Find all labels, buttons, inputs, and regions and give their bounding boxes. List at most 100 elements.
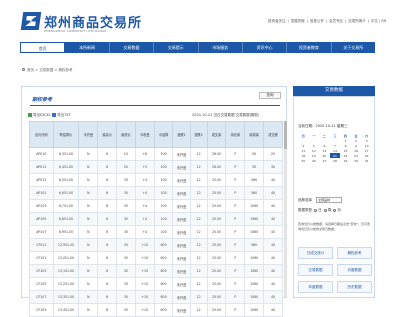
table-cell: +4	[134, 225, 155, 239]
table-cell: CF011	[29, 238, 54, 252]
table-cell: 12	[189, 186, 208, 200]
nav-item[interactable]: 本所新闻	[65, 42, 110, 53]
table-cell: 6	[97, 303, 118, 317]
top-link[interactable]: 会员专区	[329, 19, 343, 24]
table-cell: CF105	[29, 277, 54, 291]
kind-select[interactable]: 全部品种	[316, 197, 343, 203]
table-cell: 25.00	[206, 277, 227, 291]
top-link[interactable]: 中文 | EN	[371, 19, 386, 24]
table-row[interactable]: AP101 6,651.00 N 6 30 +4 100 未开盘 12 25.00 P 560 40	[29, 186, 283, 200]
calendar-day[interactable]: 28	[329, 158, 341, 163]
logo-icon[interactable]	[20, 12, 42, 30]
top-link[interactable]: 交易所简介	[348, 19, 366, 24]
table-cell: 12	[189, 303, 208, 317]
table-cell: P	[225, 290, 246, 304]
calendar-day[interactable]: 26	[308, 158, 320, 163]
table-cell: P	[225, 160, 246, 174]
query-button[interactable]: 查询	[259, 92, 281, 99]
export-txt-link[interactable]: 导出TXT	[57, 113, 71, 117]
calendar: 日一二三四五六 1 2 3 4 5 6 7 8 9 10 11 12 13 14 15 16 17 18 19 20 21…	[298, 133, 372, 163]
options-table: 合约代码 昨结算价 今开盘 最高价 最低价 今收盘 今结算 涨跌1 涨跌2 成交量 持仓量 增减量 成交…	[29, 121, 283, 317]
table-cell: +4	[134, 212, 155, 226]
column-header: 成交量	[206, 121, 227, 148]
breadcrumb-item[interactable]: 首页	[27, 68, 34, 72]
table-cell: 40	[263, 290, 283, 304]
table-cell: 6,951.00	[52, 225, 80, 239]
side-button[interactable]: 日成交统计	[298, 247, 333, 259]
table-row[interactable]: CF103 13,151.00 N 6 30 +10 600 未开盘 12 25.00 P 1060 4…	[29, 264, 283, 278]
top-link[interactable]: 发展历程	[291, 19, 305, 24]
table-row[interactable]: CF101 13,051.00 N 6 30 +10 600 未开盘 12 25.00 P 1060 4…	[29, 251, 283, 265]
table-cell: CF101	[29, 251, 54, 265]
kind-row: 品种选择 全部品种	[298, 197, 343, 203]
table-cell: 13,451.00	[52, 303, 80, 317]
table-cell: 25.00	[206, 264, 227, 278]
nav-item[interactable]: 关于交易所	[332, 42, 375, 53]
table-row[interactable]: AP103 6,751.00 N 6 30 +4 100 未开盘 12 25.00 P 1060 40	[29, 199, 283, 213]
table-cell: 6,451.00	[52, 160, 80, 174]
radio-month[interactable]	[333, 208, 337, 212]
radio-day[interactable]	[314, 208, 318, 212]
export-excel-link[interactable]: 导出EXCEL	[33, 113, 51, 117]
table-cell: 未开盘	[172, 238, 191, 252]
table-row[interactable]: AP012 6,551.00 N 6 30 +4 100 未开盘 12 25.00 P 560 40	[29, 173, 283, 187]
table-row[interactable]: AP105 6,851.00 N 6 30 +4 100 未开盘 12 25.00 P 1560 40	[29, 212, 283, 226]
nav-item-home[interactable]: 首页	[20, 42, 66, 53]
scrollbar-thumb[interactable]	[284, 121, 287, 149]
table-cell: AP105	[29, 212, 54, 226]
table-cell: 6	[97, 238, 118, 252]
top-link[interactable]: 投资者关注	[268, 19, 286, 24]
calendar-day[interactable]: 27	[319, 158, 330, 163]
table-cell: 100	[153, 199, 174, 213]
calendar-day[interactable]: 29	[340, 158, 351, 163]
header: 郑州商品交易所 ZHENGZHOU COMMODITY EXCHANGE 投资者…	[0, 0, 395, 40]
table-cell: 560	[244, 238, 265, 252]
table-cell: 6	[97, 173, 118, 187]
table-cell: 30	[116, 264, 136, 278]
side-button[interactable]: 交易数据	[298, 264, 333, 276]
table-cell: AP101	[29, 186, 54, 200]
breadcrumb-separator: >	[35, 68, 39, 72]
nav-item[interactable]: 交易数据	[110, 42, 155, 53]
excel-icon	[28, 113, 32, 117]
current-date-label: 当前日期：2020-10-21 星期三	[298, 124, 348, 128]
breadcrumb-item[interactable]: 交易数据	[39, 68, 53, 72]
nav-item[interactable]: 交易提示	[154, 42, 199, 53]
table-row[interactable]: CF105 13,251.00 N 6 30 +10 600 未开盘 12 25.00 P 1060 4…	[29, 277, 283, 291]
table-cell: 6	[97, 212, 118, 226]
table-row[interactable]: AP011 6,451.00 N 6 20 +5 100 未开盘 12 26.00 P 55 30	[29, 160, 283, 174]
table-row[interactable]: CF011 12,951.00 N 6 30 +10 600 未开盘 12 25.00 P 560 40	[29, 238, 283, 252]
breadcrumb-separator: >	[54, 68, 58, 72]
side-button[interactable]: 年度数据	[298, 281, 333, 293]
table-cell: 40	[263, 199, 283, 213]
calendar-day[interactable]: 31	[361, 158, 372, 163]
nav-item[interactable]: 投资者教育	[287, 42, 332, 53]
table-scrollbar[interactable]	[284, 121, 287, 297]
nav-item[interactable]: 市场服务	[199, 42, 243, 53]
calendar-day[interactable]: 30	[350, 158, 362, 163]
table-cell: +4	[134, 186, 155, 200]
table-cell: AP103	[29, 199, 54, 213]
table-cell: 1060	[244, 290, 265, 304]
main-nav: 首页 本所新闻 交易数据 交易提示 市场服务 资讯中心 投资者教育 关于交易所	[20, 42, 375, 53]
table-cell: 13,351.00	[52, 290, 80, 304]
side-button[interactable]: 月度数据	[337, 264, 372, 276]
table-row[interactable]: AP107 6,951.00 N 6 30 +4 100 未开盘 12 25.00 P 1560 40	[29, 225, 283, 239]
column-header: 今开盘	[78, 121, 99, 148]
side-button[interactable]: 期权参考	[337, 247, 372, 259]
table-cell: 6	[97, 147, 118, 161]
table-cell: 40	[263, 225, 283, 239]
table-cell: 26.00	[206, 160, 227, 174]
table-cell: +10	[134, 264, 155, 278]
table-row[interactable]: AP010 6,351.00 N 6 10 +6 100 未开盘 12 26.00 P 50 20	[29, 147, 283, 161]
radio-week[interactable]	[323, 208, 327, 212]
calendar-day[interactable]: 25	[298, 158, 309, 163]
table-row[interactable]: CF107 13,351.00 N 6 30 +10 600 未开盘 12 25.00 P 1060 4…	[29, 290, 283, 304]
table-row[interactable]: CF109 13,451.00 N 6 30 +10 600 未开盘 12 25.00 P 1060 4…	[29, 303, 283, 317]
top-link[interactable]: 信息公开	[310, 19, 324, 24]
table-cell: 55	[244, 160, 265, 174]
side-button[interactable]: 历史数据	[337, 281, 372, 293]
table-cell: 未开盘	[172, 212, 191, 226]
nav-item[interactable]: 资讯中心	[243, 42, 288, 53]
table-cell: 25.00	[206, 212, 227, 226]
